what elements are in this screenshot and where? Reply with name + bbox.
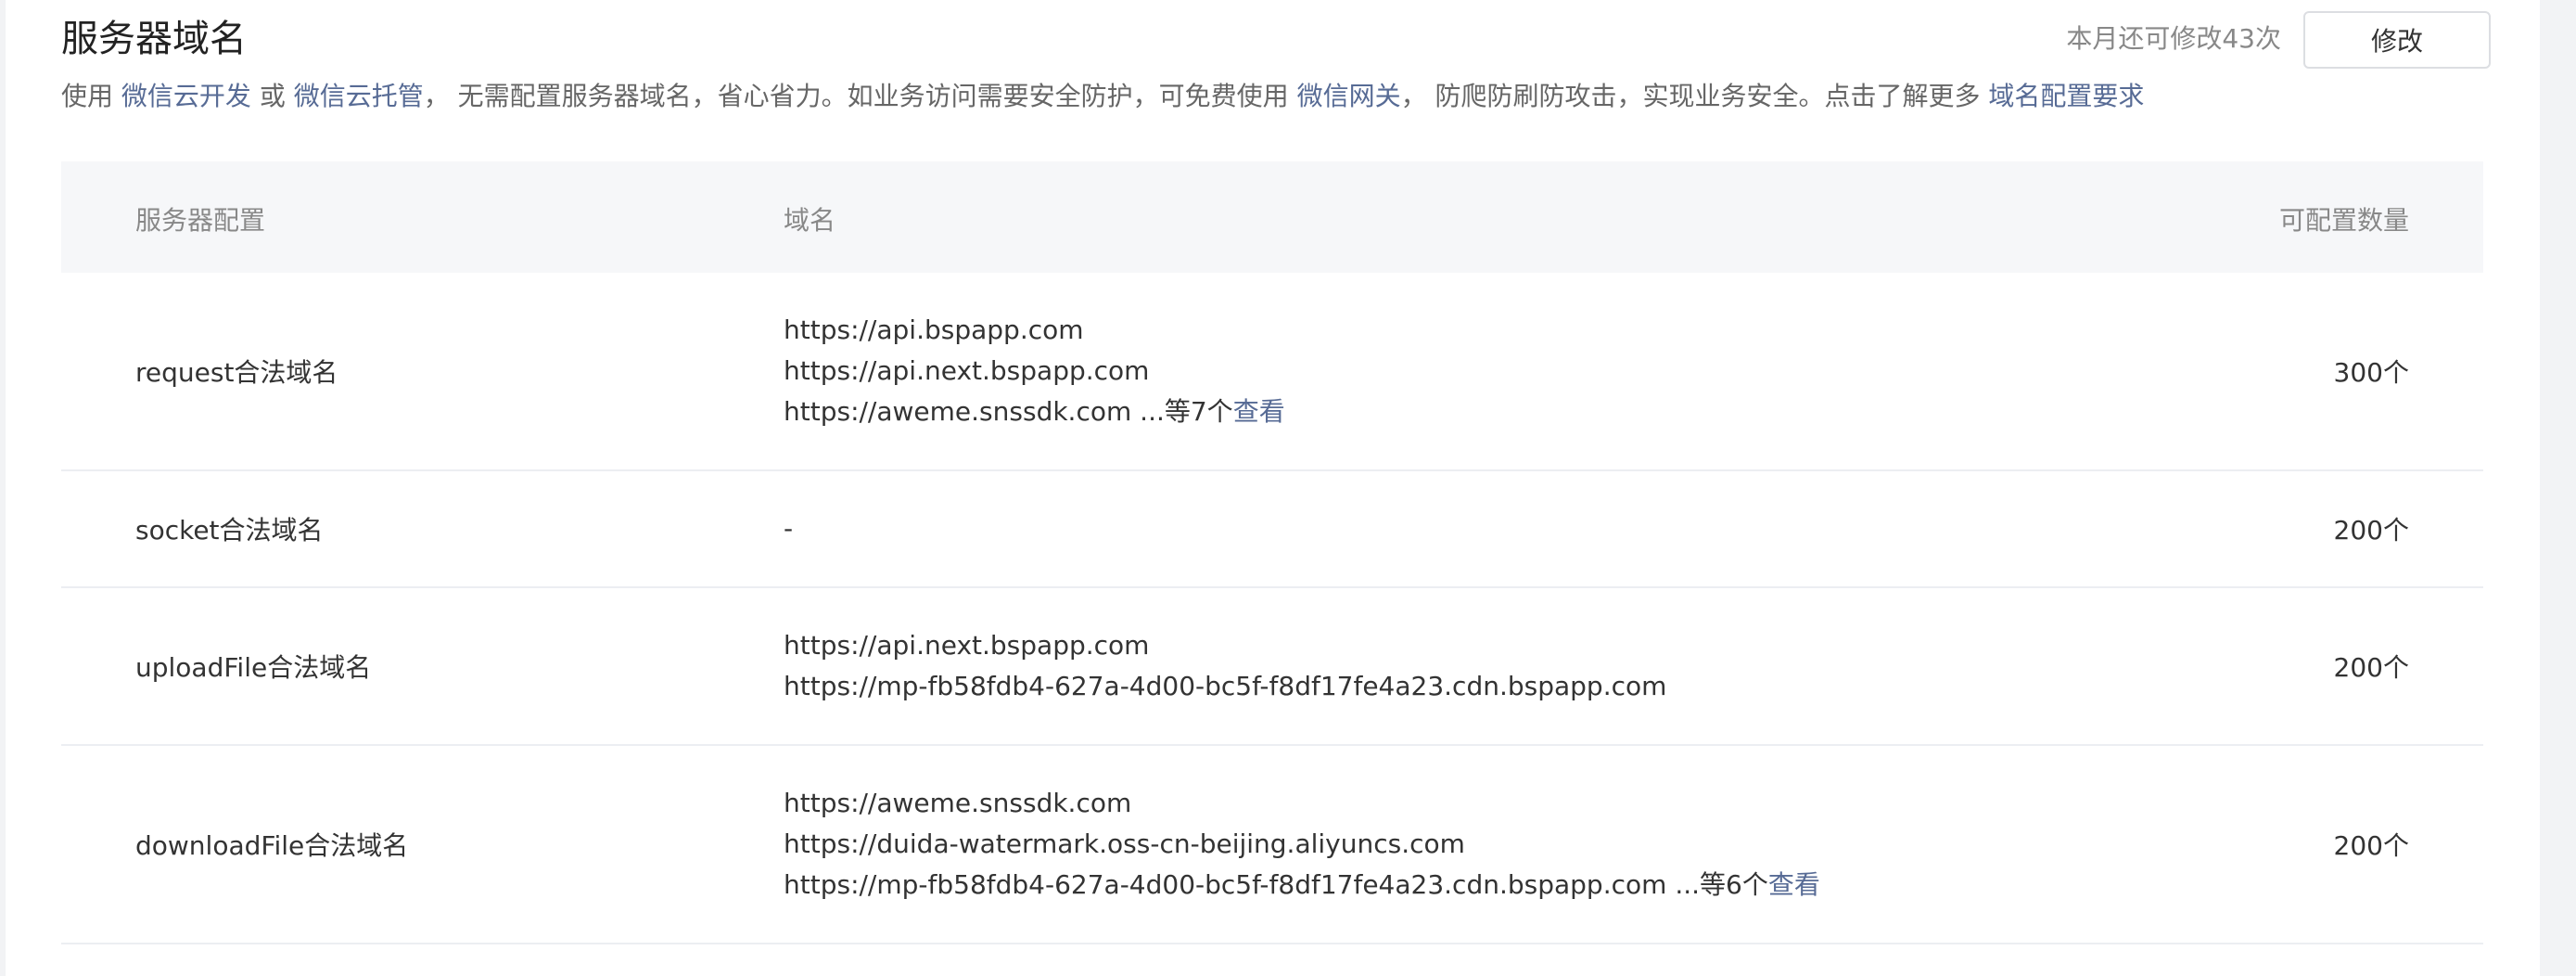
domain-config-requirements-link[interactable]: 域名配置要求	[1988, 81, 2144, 111]
desc-text-2: 或	[250, 81, 294, 111]
desc-text-3: ， 无需配置服务器域名，省心省力。如业务访问需要安全防护，可免费使用	[423, 81, 1297, 111]
domain-table: 服务器配置 域名 可配置数量 request合法域名 https://api.b…	[61, 161, 2483, 944]
domain-item-with-more: https://aweme.snssdk.com ...等7个查看	[784, 392, 1285, 432]
domain-item: https://mp-fb58fdb4-627a-4d00-bc5f-f8df1…	[784, 671, 1667, 701]
desc-text-4: ， 防爬防刷防攻击，实现业务安全。点击了解更多	[1400, 81, 1989, 111]
domain-item-with-more: https://mp-fb58fdb4-627a-4d00-bc5f-f8df1…	[784, 865, 1820, 905]
row-config-name: socket合法域名	[135, 515, 324, 546]
domain-item: -	[784, 513, 794, 544]
table-row: socket合法域名 - 200个	[61, 471, 2483, 588]
more-count-text: ...等6个	[1666, 869, 1768, 900]
header-server-config: 服务器配置	[135, 205, 266, 236]
modify-quota-text: 本月还可修改43次	[2066, 23, 2281, 54]
table-header: 服务器配置 域名 可配置数量	[61, 161, 2483, 273]
header-count: 可配置数量	[2278, 205, 2409, 236]
domain-item: https://mp-fb58fdb4-627a-4d00-bc5f-f8df1…	[784, 869, 1667, 900]
desc-text-1: 使用	[61, 81, 121, 111]
page-title: 服务器域名	[61, 18, 247, 60]
more-count-text: ...等7个	[1131, 396, 1233, 427]
domain-item: https://api.bspapp.com	[784, 315, 1084, 345]
row-count: 200个	[2333, 652, 2409, 683]
row-config-name: downloadFile合法域名	[135, 830, 409, 861]
description-text: 使用 微信云开发 或 微信云托管， 无需配置服务器域名，省心省力。如业务访问需要…	[61, 80, 2144, 113]
row-count: 200个	[2333, 830, 2409, 861]
domain-item: https://api.next.bspapp.com	[784, 355, 1150, 386]
wechat-cloud-dev-link[interactable]: 微信云开发	[121, 81, 251, 111]
wechat-gateway-link[interactable]: 微信网关	[1297, 81, 1401, 111]
domain-item: https://aweme.snssdk.com	[784, 788, 1132, 818]
row-domain-list: -	[784, 508, 793, 549]
row-count: 200个	[2333, 515, 2409, 546]
view-more-link[interactable]: 查看	[1768, 869, 1820, 900]
table-row: uploadFile合法域名 https://api.next.bspapp.c…	[61, 588, 2483, 746]
row-domain-list: https://aweme.snssdk.com https://duida-w…	[784, 783, 1820, 905]
row-domain-list: https://api.bspapp.com https://api.next.…	[784, 310, 1285, 432]
domain-item: https://api.next.bspapp.com	[784, 630, 1150, 661]
modify-button[interactable]: 修改	[2303, 11, 2491, 69]
section-header: 服务器域名 本月还可修改43次 修改 使用 微信云开发 或 微信云托管， 无需配…	[61, 0, 2491, 139]
domain-item: https://aweme.snssdk.com	[784, 396, 1132, 427]
server-domain-panel: 服务器域名 本月还可修改43次 修改 使用 微信云开发 或 微信云托管， 无需配…	[6, 0, 2540, 976]
row-count: 300个	[2333, 357, 2409, 388]
table-row: downloadFile合法域名 https://aweme.snssdk.co…	[61, 746, 2483, 944]
row-config-name: request合法域名	[135, 357, 338, 388]
domain-item: https://duida-watermark.oss-cn-beijing.a…	[784, 828, 1465, 859]
header-domain: 域名	[784, 205, 836, 236]
table-row: request合法域名 https://api.bspapp.com https…	[61, 273, 2483, 471]
wechat-cloud-hosting-link[interactable]: 微信云托管	[294, 81, 424, 111]
row-domain-list: https://api.next.bspapp.com https://mp-f…	[784, 625, 1666, 707]
row-config-name: uploadFile合法域名	[135, 652, 372, 683]
view-more-link[interactable]: 查看	[1233, 396, 1285, 427]
